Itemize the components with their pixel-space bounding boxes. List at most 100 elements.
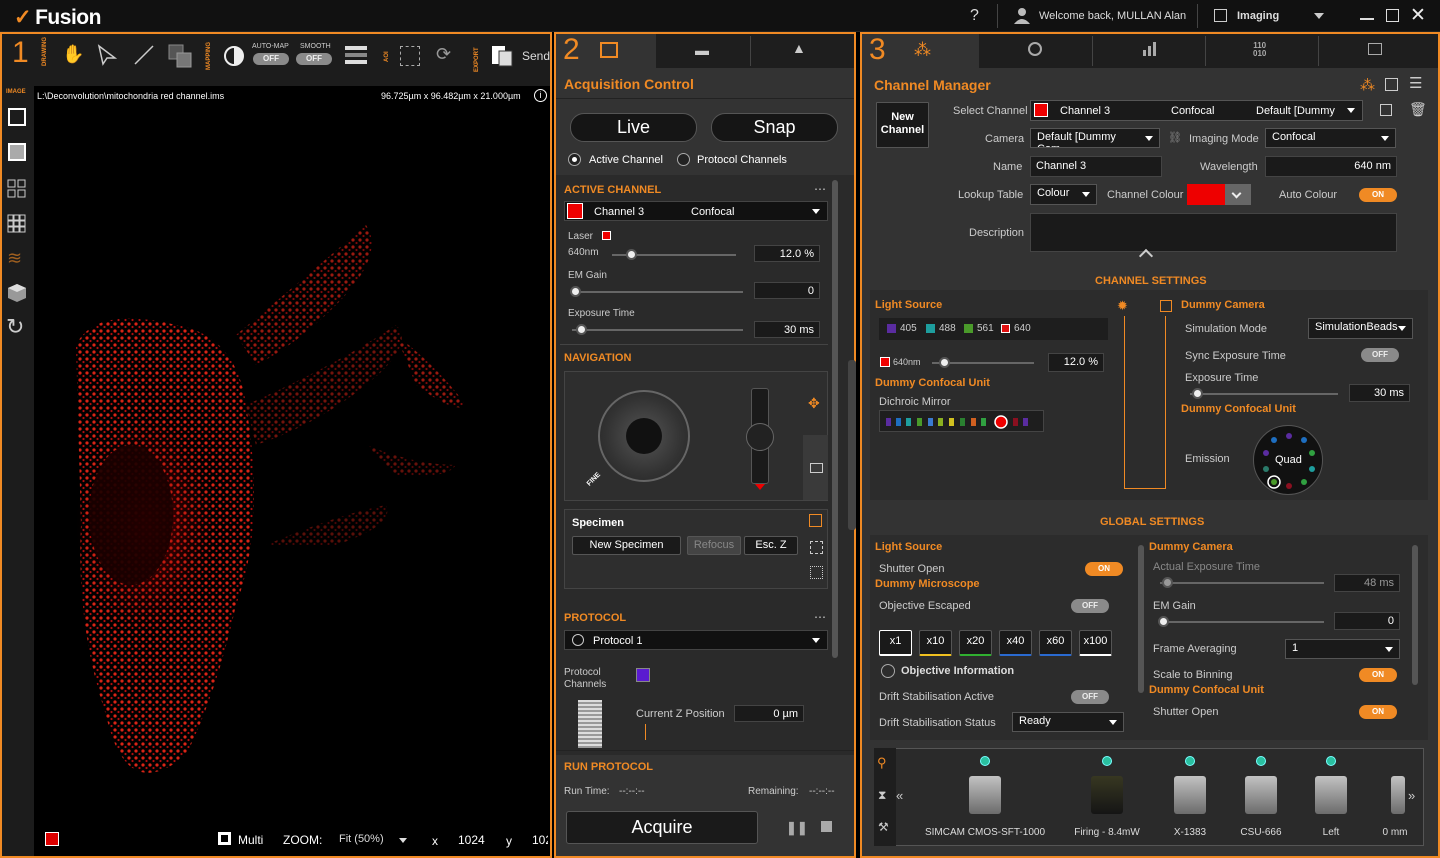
chevron-down-icon[interactable] bbox=[812, 638, 820, 643]
escape-z-button[interactable]: Esc. Z bbox=[744, 536, 798, 555]
new-specimen-button[interactable]: New Specimen bbox=[572, 536, 681, 555]
current-z-field[interactable]: 0 µm bbox=[734, 705, 804, 722]
sync-exposure-toggle[interactable]: OFF bbox=[1361, 348, 1399, 362]
stack-icon[interactable]: ≋ bbox=[7, 248, 22, 269]
automap-toggle[interactable]: OFF bbox=[253, 53, 289, 65]
rotate-view-icon[interactable]: ↻ bbox=[6, 314, 24, 340]
colour-picker-chevron[interactable] bbox=[1225, 184, 1251, 205]
hand-icon[interactable]: ✋ bbox=[62, 44, 84, 65]
pause-icon[interactable]: ❚❚ bbox=[786, 820, 808, 836]
settings-sliders-icon[interactable]: ☰ bbox=[1409, 74, 1422, 92]
specimen-icon[interactable] bbox=[809, 514, 822, 527]
protocol-channel-swatch[interactable] bbox=[636, 668, 650, 682]
binary-tab-icon[interactable]: 110 010 bbox=[1253, 42, 1266, 58]
zoom-dropdown[interactable]: Fit (50%) bbox=[339, 833, 384, 845]
more-icon[interactable]: ⋯ bbox=[814, 610, 826, 624]
objective-button[interactable]: x100 bbox=[1079, 630, 1112, 656]
chevron-circle-icon[interactable] bbox=[881, 664, 895, 678]
scroll-left-icon[interactable]: « bbox=[896, 788, 903, 803]
3d-cube-icon[interactable] bbox=[7, 283, 27, 306]
snap-button[interactable]: Snap bbox=[711, 113, 838, 142]
drift-active-toggle[interactable]: OFF bbox=[1071, 690, 1109, 704]
contrast-icon[interactable] bbox=[223, 45, 245, 70]
folder-icon[interactable]: ▬ bbox=[695, 42, 709, 58]
image-viewer[interactable] bbox=[36, 105, 548, 823]
move-icon[interactable]: ✥ bbox=[808, 395, 820, 412]
layout-icon[interactable] bbox=[1385, 78, 1398, 91]
grid-9-icon[interactable] bbox=[7, 214, 27, 237]
more-icon[interactable]: ⋯ bbox=[814, 182, 826, 196]
laser-line-swatch[interactable] bbox=[887, 324, 896, 333]
close-button[interactable]: ✕ bbox=[1410, 4, 1426, 27]
gs-right-scrollbar[interactable] bbox=[1412, 545, 1418, 685]
info-icon[interactable]: i bbox=[534, 89, 547, 102]
radio-protocol-channels[interactable] bbox=[677, 153, 690, 166]
pointer-icon[interactable] bbox=[97, 44, 118, 69]
description-field[interactable] bbox=[1030, 213, 1397, 252]
gs-shutter2-toggle[interactable]: ON bbox=[1359, 705, 1397, 719]
stop-icon[interactable] bbox=[821, 821, 832, 832]
light-path-tab-icon[interactable]: ⚲ bbox=[877, 755, 887, 771]
panel-resize-handle[interactable] bbox=[848, 360, 856, 530]
em-gain-field[interactable]: 0 bbox=[754, 282, 820, 299]
objective-button[interactable]: x40 bbox=[999, 630, 1032, 656]
auto-colour-toggle[interactable]: ON bbox=[1359, 188, 1397, 202]
laser-slider[interactable] bbox=[612, 249, 736, 260]
welcome-text[interactable]: Welcome back, MULLAN Alan bbox=[1039, 10, 1186, 22]
refocus-button[interactable]: Refocus bbox=[687, 536, 741, 555]
objective-button[interactable]: x60 bbox=[1039, 630, 1072, 656]
laser-power-field[interactable]: 12.0 % bbox=[754, 245, 820, 262]
sim-mode-dropdown[interactable]: SimulationBeads bbox=[1308, 318, 1413, 339]
chevron-down-icon[interactable] bbox=[1347, 108, 1355, 113]
export-icon[interactable] bbox=[490, 44, 514, 71]
name-field[interactable]: Channel 3 bbox=[1030, 156, 1162, 177]
grid-4-icon[interactable] bbox=[7, 179, 27, 202]
imaging-mode-dropdown[interactable]: Confocal bbox=[1265, 128, 1396, 148]
channels-tab-icon[interactable]: ⁂ bbox=[914, 40, 931, 60]
frame-averaging-dropdown[interactable]: 1 bbox=[1285, 639, 1400, 659]
mode-dropdown[interactable]: Imaging bbox=[1237, 10, 1279, 22]
screen-icon[interactable] bbox=[810, 463, 823, 473]
objective-info-label[interactable]: Objective Information bbox=[901, 665, 1014, 677]
acquire-button[interactable]: Acquire bbox=[566, 811, 758, 844]
gs-left-scrollbar[interactable] bbox=[1138, 545, 1144, 693]
multi-checkbox[interactable] bbox=[218, 832, 231, 845]
wavelength-field[interactable]: 640 nm bbox=[1265, 156, 1397, 177]
acquisition-scrollbar[interactable] bbox=[832, 180, 838, 658]
levels-icon[interactable] bbox=[344, 44, 368, 69]
device-icon[interactable] bbox=[1315, 776, 1347, 814]
duplicate-icon[interactable] bbox=[1380, 104, 1392, 116]
window-tab-icon[interactable] bbox=[1368, 43, 1382, 55]
warning-icon[interactable]: ▲ bbox=[792, 40, 806, 56]
aoi-select-icon[interactable] bbox=[400, 46, 420, 66]
device-icon[interactable] bbox=[1091, 776, 1123, 814]
minimize-button[interactable] bbox=[1360, 18, 1374, 20]
fill-view-icon[interactable] bbox=[8, 143, 26, 161]
radio-active-channel[interactable] bbox=[568, 153, 581, 166]
shutter-tab-icon[interactable] bbox=[1028, 42, 1042, 56]
camera-dropdown[interactable]: Default [Dummy Cam bbox=[1030, 128, 1160, 148]
cs-laser-field[interactable]: 12.0 % bbox=[1048, 353, 1104, 372]
cs-laser-slider[interactable] bbox=[932, 357, 1034, 368]
objective-button[interactable]: x10 bbox=[919, 630, 952, 656]
device-icon[interactable] bbox=[1245, 776, 1277, 814]
xy-joystick[interactable] bbox=[598, 390, 690, 482]
restore-button[interactable] bbox=[1386, 9, 1399, 22]
single-view-icon[interactable] bbox=[8, 108, 26, 126]
em-gain-slider[interactable] bbox=[570, 286, 743, 297]
line-tool-icon[interactable] bbox=[133, 44, 155, 69]
objective-button[interactable]: x1 bbox=[879, 630, 912, 656]
z-slider-knob[interactable] bbox=[746, 423, 774, 451]
obj-escaped-toggle[interactable]: OFF bbox=[1071, 599, 1109, 613]
chevron-down-icon[interactable] bbox=[399, 838, 407, 843]
device-icon[interactable] bbox=[969, 776, 1001, 814]
exposure-field[interactable]: 30 ms bbox=[754, 321, 820, 338]
drift-status-dropdown[interactable]: Ready bbox=[1012, 712, 1124, 732]
laser-line-swatch[interactable] bbox=[964, 324, 973, 333]
region-icon[interactable] bbox=[810, 541, 823, 554]
channel-colour-picker[interactable] bbox=[1187, 184, 1225, 205]
emission-filter-wheel[interactable]: Quad bbox=[1253, 425, 1323, 495]
rotate-aoi-icon[interactable]: ⟳ bbox=[436, 44, 451, 65]
objective-button[interactable]: x20 bbox=[959, 630, 992, 656]
help-button[interactable]: ? bbox=[970, 7, 979, 25]
